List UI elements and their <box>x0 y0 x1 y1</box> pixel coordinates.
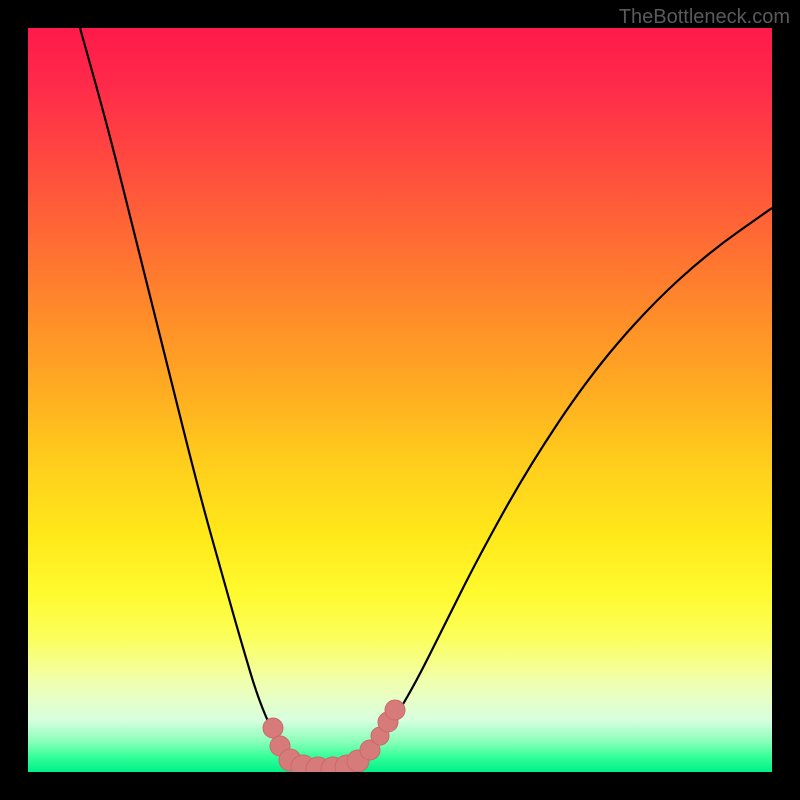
bottleneck-curve <box>80 28 772 770</box>
curve-marker <box>385 700 405 720</box>
curve-marker <box>263 718 283 738</box>
chart-svg <box>28 28 772 772</box>
curve-markers <box>263 700 405 772</box>
watermark-text: TheBottleneck.com <box>619 6 790 29</box>
chart-plot-area <box>28 28 772 772</box>
